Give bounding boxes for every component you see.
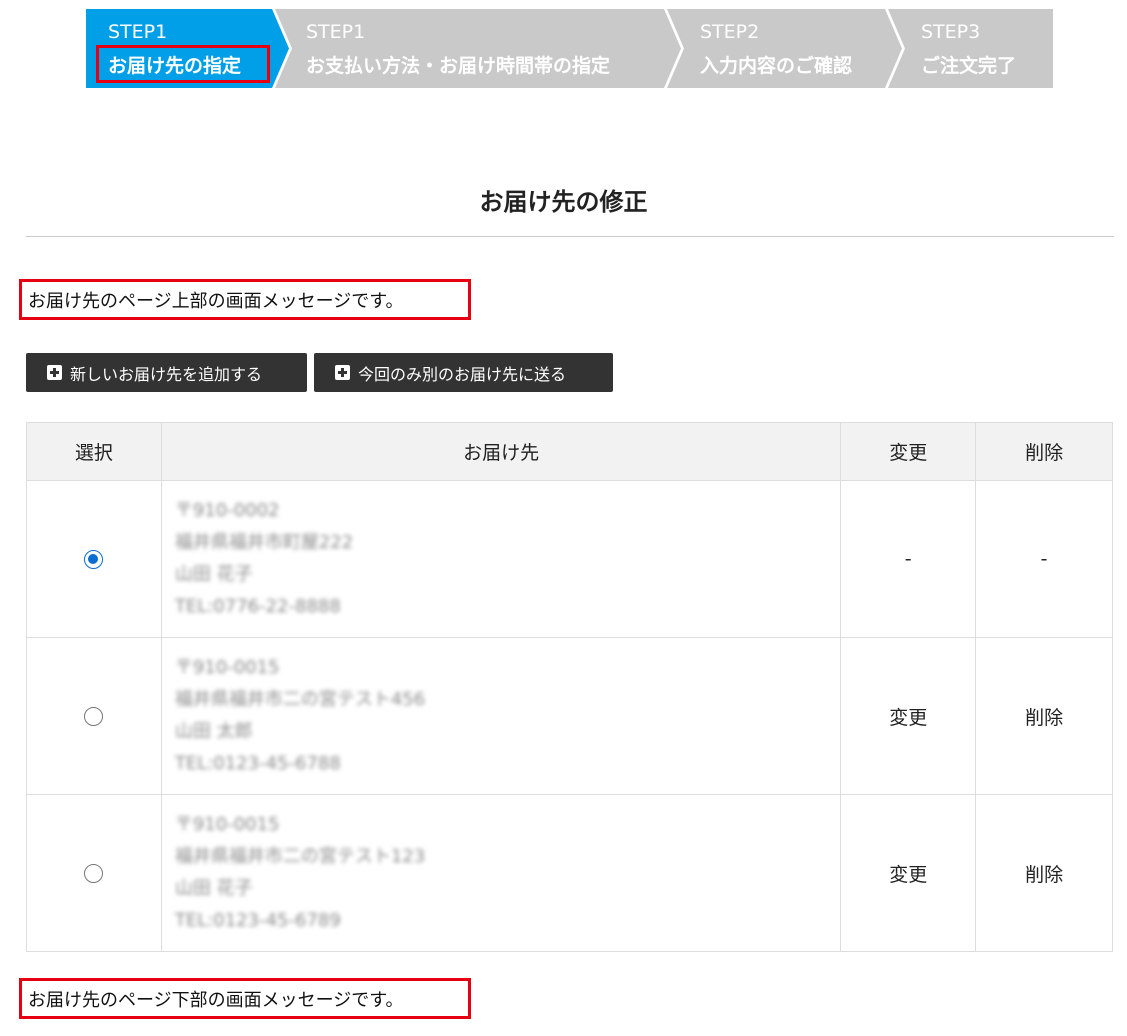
address-radio-button[interactable] bbox=[84, 864, 104, 883]
address-radio-button[interactable] bbox=[84, 550, 104, 569]
shipping-address-table: 選択 お届け先 変更 削除 〒910-0002 福井県福井市町屋222 山田 花… bbox=[26, 422, 1113, 952]
delete-address-link[interactable]: 削除 bbox=[1025, 864, 1063, 886]
edit-placeholder: - bbox=[904, 548, 912, 570]
plus-icon bbox=[47, 365, 62, 380]
table-row: 〒910-0015 福井県福井市二の宮テスト456 山田 太郎 TEL:0123… bbox=[26, 637, 1113, 795]
edit-cell: 変更 bbox=[840, 794, 977, 952]
select-cell bbox=[26, 637, 162, 795]
table-row: 〒910-0002 福井県福井市町屋222 山田 花子 TEL:0776-22-… bbox=[26, 480, 1113, 638]
plus-icon bbox=[335, 365, 350, 380]
edit-cell: - bbox=[840, 480, 977, 638]
edit-address-link[interactable]: 変更 bbox=[889, 707, 927, 729]
edit-address-link[interactable]: 変更 bbox=[889, 864, 927, 886]
street-address: 福井県福井市二の宮テスト123 bbox=[174, 846, 426, 867]
step-1-number: STEP1 bbox=[108, 21, 168, 43]
address-radio-button[interactable] bbox=[84, 707, 104, 726]
address-cell: 〒910-0015 福井県福井市二の宮テスト456 山田 太郎 TEL:0123… bbox=[160, 637, 842, 795]
add-new-address-label: 新しいお届け先を追加する bbox=[70, 364, 263, 384]
address-cell: 〒910-0015 福井県福井市二の宮テスト123 山田 花子 TEL:0123… bbox=[160, 794, 842, 952]
top-screen-message: お届け先のページ上部の画面メッセージです。 bbox=[19, 279, 471, 320]
top-message-text: お届け先のページ上部の画面メッセージです。 bbox=[28, 290, 404, 312]
address-cell: 〒910-0002 福井県福井市町屋222 山田 花子 TEL:0776-22-… bbox=[160, 480, 842, 638]
step-4-label: ご注文完了 bbox=[921, 55, 1017, 77]
step-3-label: 入力内容のご確認 bbox=[700, 55, 853, 77]
recipient-name: 山田 太郎 bbox=[174, 721, 253, 742]
street-address: 福井県福井市二の宮テスト456 bbox=[174, 689, 426, 710]
title-divider bbox=[26, 236, 1114, 237]
page-title: お届け先の修正 bbox=[479, 188, 648, 216]
recipient-name: 山田 花子 bbox=[174, 564, 253, 585]
active-step-highlight bbox=[96, 45, 270, 83]
table-row: 〒910-0015 福井県福井市二の宮テスト123 山田 花子 TEL:0123… bbox=[26, 794, 1113, 952]
delete-address-link[interactable]: 削除 bbox=[1025, 707, 1063, 729]
select-cell bbox=[26, 480, 162, 638]
step-4-number: STEP3 bbox=[921, 21, 981, 43]
edit-cell: 変更 bbox=[840, 637, 977, 795]
phone-number: TEL:0776-22-8888 bbox=[174, 596, 341, 617]
header-edit: 変更 bbox=[840, 422, 977, 481]
delete-placeholder: - bbox=[1040, 548, 1048, 570]
step-3-number: STEP2 bbox=[700, 21, 760, 43]
header-select: 選択 bbox=[26, 422, 162, 481]
phone-number: TEL:0123-45-6788 bbox=[174, 753, 341, 774]
select-cell bbox=[26, 794, 162, 952]
header-delete: 削除 bbox=[975, 422, 1113, 481]
bottom-message-text: お届け先のページ下部の画面メッセージです。 bbox=[28, 989, 404, 1011]
postal-code: 〒910-0015 bbox=[174, 657, 280, 678]
send-once-label: 今回のみ別のお届け先に送る bbox=[358, 364, 567, 384]
add-new-address-button[interactable]: 新しいお届け先を追加する bbox=[26, 353, 307, 392]
recipient-name: 山田 花子 bbox=[174, 878, 253, 899]
header-address: お届け先 bbox=[160, 422, 842, 481]
delete-cell: - bbox=[975, 480, 1113, 638]
step-2-label: お支払い方法・お届け時間帯の指定 bbox=[306, 55, 611, 77]
table-header-row: 選択 お届け先 変更 削除 bbox=[26, 422, 1113, 481]
postal-code: 〒910-0002 bbox=[174, 500, 280, 521]
send-to-other-address-once-button[interactable]: 今回のみ別のお届け先に送る bbox=[314, 353, 613, 392]
delete-cell: 削除 bbox=[975, 637, 1113, 795]
postal-code: 〒910-0015 bbox=[174, 814, 280, 835]
street-address: 福井県福井市町屋222 bbox=[174, 532, 354, 553]
delete-cell: 削除 bbox=[975, 794, 1113, 952]
step-2-number: STEP1 bbox=[306, 21, 366, 43]
bottom-screen-message: お届け先のページ下部の画面メッセージです。 bbox=[19, 978, 471, 1019]
phone-number: TEL:0123-45-6789 bbox=[174, 910, 341, 931]
